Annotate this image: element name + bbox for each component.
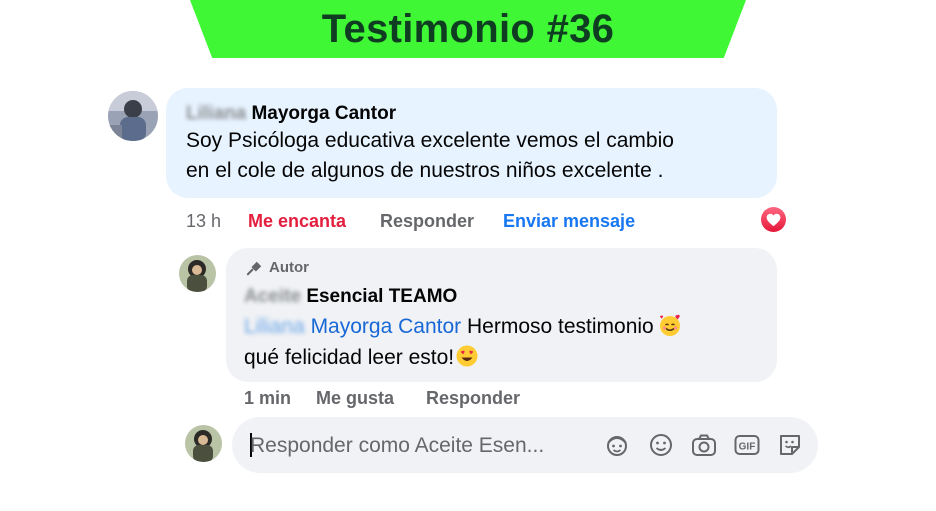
sticker-icon[interactable] — [776, 432, 804, 458]
reply-author-avatar[interactable] — [179, 255, 216, 292]
mention-first: Liliana — [244, 315, 305, 338]
heart-icon — [761, 207, 786, 232]
gif-icon[interactable]: GIF — [733, 432, 761, 458]
love-reaction-button[interactable]: Me encanta — [248, 211, 346, 232]
composer-avatar — [185, 425, 222, 462]
commenter-avatar[interactable] — [108, 91, 158, 141]
heart-eyes-icon — [456, 345, 478, 367]
comment-text-line-1: Soy Psicóloga educativa excelente vemos … — [186, 129, 674, 152]
comment-author-first: Liliana — [186, 103, 247, 124]
reply-time[interactable]: 1 min — [244, 388, 291, 409]
comment-author-last: Mayorga Cantor — [251, 103, 397, 124]
avatar-sticker-icon[interactable] — [603, 432, 631, 458]
author-badge: Autor — [246, 259, 309, 276]
reply-text-line-2-label: qué felicidad leer esto! — [244, 346, 455, 369]
mention-last: Mayorga Cantor — [310, 315, 462, 338]
reply-author[interactable]: Aceite Esencial TEAMO — [244, 286, 457, 308]
reply-author-last: Esencial TEAMO — [306, 286, 458, 307]
comment-reply-button[interactable]: Responder — [380, 211, 474, 232]
comment-time[interactable]: 13 h — [186, 211, 221, 232]
emoji-icon[interactable] — [647, 432, 675, 458]
reply-reply-button[interactable]: Responder — [426, 388, 520, 409]
smiling-face-with-hearts-icon — [659, 314, 680, 336]
reply-author-first: Aceite — [244, 286, 302, 307]
banner-title: Testimonio #36 — [321, 6, 615, 51]
microphone-icon — [246, 261, 262, 275]
like-button[interactable]: Me gusta — [316, 388, 394, 409]
send-message-button[interactable]: Enviar mensaje — [503, 211, 635, 232]
reaction-badge[interactable] — [759, 205, 788, 234]
author-badge-label: Autor — [269, 259, 309, 276]
mention-link[interactable]: Liliana Mayorga Cantor — [244, 315, 461, 338]
reply-text-line-2: qué felicidad leer esto! — [244, 344, 479, 370]
svg-text:GIF: GIF — [739, 442, 756, 453]
testimonial-banner: Testimonio #36 — [190, 0, 746, 58]
camera-icon[interactable] — [690, 432, 718, 458]
comment-text-line-2: en el cole de algunos de nuestros niños … — [186, 159, 664, 182]
comment-author[interactable]: Liliana Mayorga Cantor — [186, 103, 396, 125]
reply-text-rest: Hermoso testimonio — [466, 315, 654, 338]
composer-placeholder[interactable]: Responder como Aceite Esen... — [250, 434, 544, 458]
reply-text-line-1: Liliana Mayorga Cantor Hermoso testimoni… — [244, 313, 682, 339]
